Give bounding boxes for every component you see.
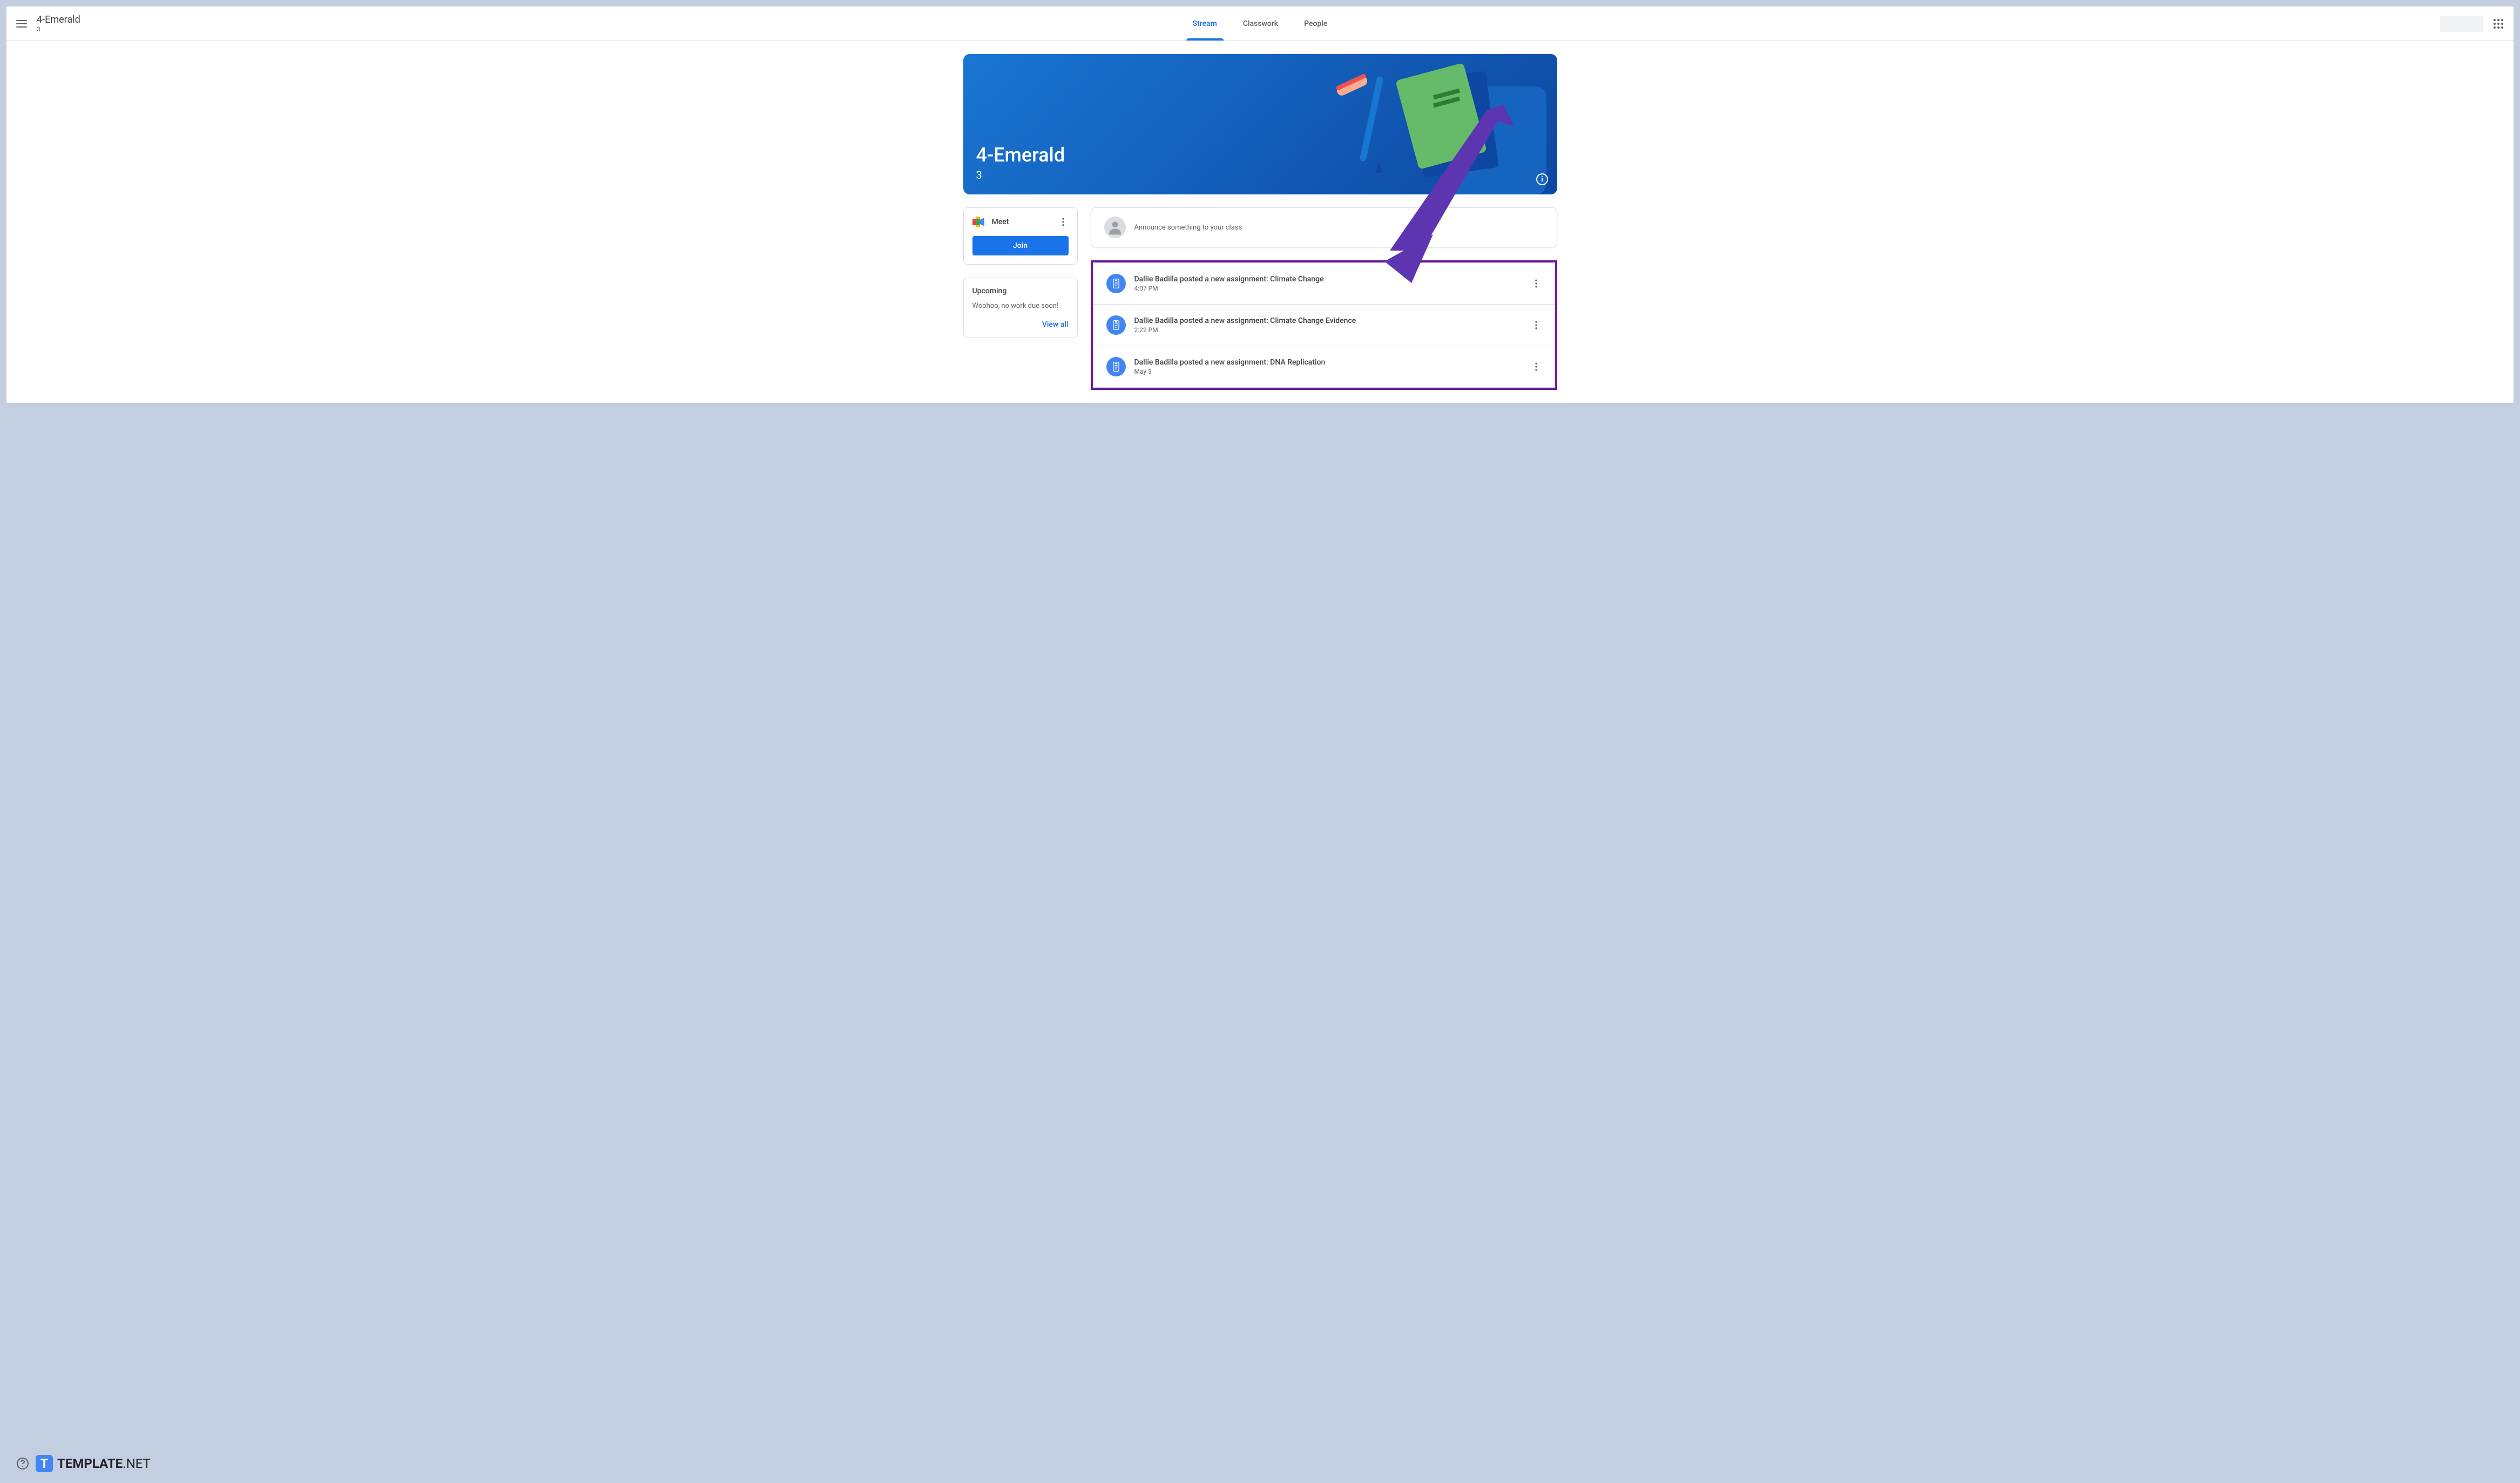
- google-apps-icon[interactable]: [2492, 17, 2505, 30]
- assignment-icon: [1106, 315, 1126, 335]
- tab-classwork[interactable]: Classwork: [1243, 6, 1278, 41]
- tab-stream[interactable]: Stream: [1193, 6, 1217, 41]
- announce-box[interactable]: Announce something to your class: [1091, 207, 1557, 247]
- assignment-icon: [1106, 357, 1126, 376]
- assignment-icon: [1106, 274, 1126, 293]
- stream-options-icon[interactable]: [1531, 320, 1542, 331]
- upcoming-title: Upcoming: [972, 287, 1069, 295]
- stream-item[interactable]: Dallie Badilla posted a new assignment: …: [1093, 262, 1555, 304]
- stream-time: May 3: [1134, 368, 1522, 375]
- upcoming-card: Upcoming Woohoo, no work due soon! View …: [963, 278, 1078, 338]
- stream-time: 4:07 PM: [1134, 285, 1522, 292]
- user-avatar-icon: [1104, 217, 1126, 238]
- meet-header: Meet: [972, 217, 1069, 227]
- stream-text: Dallie Badilla posted a new assignment: …: [1134, 275, 1522, 292]
- meet-label: Meet: [992, 218, 1009, 226]
- stream-text: Dallie Badilla posted a new assignment: …: [1134, 316, 1522, 334]
- content: 4-Emerald 3: [963, 41, 1557, 403]
- view-all-link[interactable]: View all: [1042, 320, 1069, 329]
- stream-title: Dallie Badilla posted a new assignment: …: [1134, 316, 1522, 325]
- template-logo: T TEMPLATE.NET: [36, 1455, 151, 1472]
- header-title-block[interactable]: 4-Emerald 3: [37, 14, 80, 33]
- sidebar: Meet Join Upcoming Woohoo, no work due s…: [963, 207, 1078, 390]
- footer: T TEMPLATE.NET: [16, 1455, 151, 1472]
- stream-title: Dallie Badilla posted a new assignment: …: [1134, 358, 1522, 367]
- stream-time: 2:22 PM: [1134, 326, 1522, 334]
- main-stream: Announce something to your class Dallie …: [1091, 207, 1557, 390]
- class-banner: 4-Emerald 3: [963, 54, 1557, 194]
- join-button[interactable]: Join: [972, 236, 1069, 255]
- help-icon[interactable]: [16, 1457, 29, 1470]
- app-window: 4-Emerald 3 Stream Classwork People: [6, 6, 2514, 403]
- hamburger-menu-icon[interactable]: [15, 17, 28, 30]
- columns: Meet Join Upcoming Woohoo, no work due s…: [963, 207, 1557, 390]
- stream-title: Dallie Badilla posted a new assignment: …: [1134, 275, 1522, 284]
- announce-placeholder: Announce something to your class: [1134, 224, 1242, 232]
- class-section: 3: [37, 25, 80, 33]
- stream-item[interactable]: Dallie Badilla posted a new assignment: …: [1093, 346, 1555, 388]
- meet-card: Meet Join: [963, 207, 1078, 265]
- info-icon[interactable]: [1536, 173, 1549, 186]
- stream-text: Dallie Badilla posted a new assignment: …: [1134, 358, 1522, 375]
- header-placeholder: [2440, 16, 2483, 32]
- stream-item[interactable]: Dallie Badilla posted a new assignment: …: [1093, 304, 1555, 346]
- stream-options-icon[interactable]: [1531, 361, 1542, 372]
- header-right: [2440, 16, 2505, 32]
- upcoming-text: Woohoo, no work due soon!: [972, 302, 1069, 310]
- meet-options-icon[interactable]: [1058, 217, 1069, 227]
- template-logo-text: TEMPLATE.NET: [57, 1456, 151, 1471]
- header: 4-Emerald 3 Stream Classwork People: [6, 6, 2514, 41]
- class-name: 4-Emerald: [37, 14, 80, 25]
- meet-left: Meet: [972, 217, 1009, 227]
- meet-icon: [972, 217, 985, 227]
- view-all-wrap: View all: [972, 319, 1069, 329]
- stream-options-icon[interactable]: [1531, 278, 1542, 289]
- tab-people[interactable]: People: [1304, 6, 1327, 41]
- header-tabs: Stream Classwork People: [1193, 6, 1328, 41]
- banner-illustration: [1276, 54, 1557, 194]
- template-logo-icon: T: [36, 1455, 53, 1472]
- highlight-box: Dallie Badilla posted a new assignment: …: [1091, 260, 1557, 390]
